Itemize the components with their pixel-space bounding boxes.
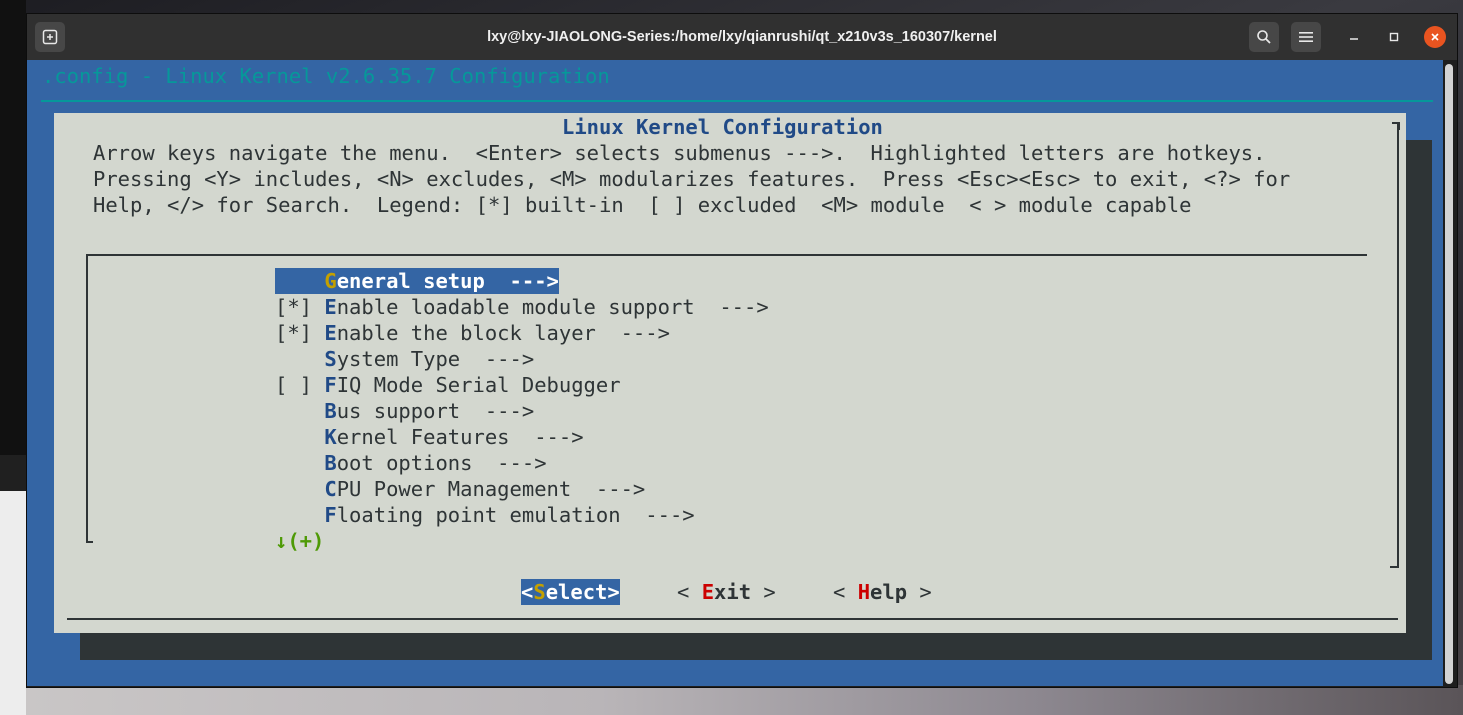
- menu-item-hotkey: E: [324, 295, 337, 319]
- button-bracket: >: [751, 580, 776, 604]
- menu-item-hotkey: F: [324, 373, 337, 397]
- minimize-icon: [1350, 38, 1358, 40]
- button-bracket: <: [833, 580, 858, 604]
- window-title: lxy@lxy-JIAOLONG-Series:/home/lxy/qianru…: [487, 29, 997, 45]
- menu-item-hotkey: F: [324, 503, 337, 527]
- menu-item-hotkey: G: [324, 269, 337, 293]
- maximize-button[interactable]: [1383, 26, 1405, 48]
- terminal-scrollbar[interactable]: [1445, 64, 1453, 684]
- menu-item-label: nable loadable module support --->: [336, 295, 769, 319]
- maximize-icon: [1389, 32, 1399, 42]
- help-line: Help, </> for Search. Legend: [*] built-…: [93, 193, 1192, 217]
- select-button[interactable]: <Select>: [521, 579, 620, 605]
- menu-item-boot-options[interactable]: Boot options --->: [275, 450, 547, 476]
- button-bracket: >: [607, 580, 620, 604]
- menu-item-prefix: [275, 477, 324, 501]
- menu-item-loadable-module[interactable]: [*] Enable loadable module support --->: [275, 294, 769, 320]
- menu-item-general-setup[interactable]: General setup --->: [275, 268, 559, 294]
- menu-item-hotkey: K: [324, 425, 337, 449]
- titlebar: lxy@lxy-JIAOLONG-Series:/home/lxy/qianru…: [27, 14, 1457, 60]
- search-icon: [1257, 30, 1271, 44]
- menu-item-prefix: [275, 451, 324, 475]
- menu-button[interactable]: [1291, 22, 1321, 52]
- menu-item-label: us support --->: [336, 399, 535, 423]
- config-header: .config - Linux Kernel v2.6.35.7 Configu…: [42, 64, 610, 88]
- button-label: elp: [870, 580, 908, 604]
- menu-item-label: loating point emulation --->: [336, 503, 695, 527]
- menu-item-label: ystem Type --->: [336, 347, 535, 371]
- button-bracket: <: [677, 580, 702, 604]
- menu-border-left: [86, 254, 88, 543]
- menu-item-label: oot options --->: [336, 451, 547, 475]
- config-dialog: Linux Kernel Configuration Arrow keys na…: [54, 113, 1406, 633]
- background-window-panel: [0, 455, 26, 715]
- help-line: Pressing <Y> includes, <N> excludes, <M>…: [93, 167, 1291, 191]
- close-button[interactable]: [1424, 26, 1446, 48]
- button-bracket: <: [521, 580, 534, 604]
- dialog-border-right: [1397, 122, 1399, 568]
- button-label: elect: [545, 580, 608, 604]
- menu-item-hotkey: S: [324, 347, 337, 371]
- menu-item-floating-point[interactable]: Floating point emulation --->: [275, 502, 695, 528]
- menu-item-prefix: [ ]: [275, 373, 325, 397]
- button-hotkey: S: [533, 580, 546, 604]
- dialog-title: Linux Kernel Configuration: [562, 115, 883, 139]
- menu-item-label: PU Power Management --->: [336, 477, 646, 501]
- close-icon: [1431, 33, 1439, 41]
- menu-item-label: nable the block layer --->: [336, 321, 670, 345]
- menu-item-label: ernel Features --->: [336, 425, 584, 449]
- menu-item-fiq-debugger[interactable]: [ ] FIQ Mode Serial Debugger: [275, 372, 621, 398]
- menu-item-hotkey: B: [324, 399, 337, 423]
- search-button[interactable]: [1249, 22, 1279, 52]
- menu-item-prefix: [*]: [275, 321, 325, 345]
- menu-item-prefix: [275, 503, 324, 527]
- menu-item-hotkey: E: [324, 321, 337, 345]
- terminal-window: lxy@lxy-JIAOLONG-Series:/home/lxy/qianru…: [26, 13, 1458, 688]
- button-bracket: >: [907, 580, 932, 604]
- menu-item-bus-support[interactable]: Bus support --->: [275, 398, 534, 424]
- new-tab-button[interactable]: [35, 22, 65, 52]
- menu-item-prefix: [*]: [275, 295, 325, 319]
- menu-border-corner: [86, 541, 93, 543]
- more-items-indicator: ↓(+): [275, 529, 325, 553]
- menu-item-prefix: [275, 425, 324, 449]
- menu-item-label: eneral setup --->: [336, 269, 559, 293]
- dialog-border-bottom: [67, 618, 1398, 620]
- button-label: xit: [714, 580, 752, 604]
- hamburger-menu-icon: [1299, 32, 1313, 42]
- menu-item-prefix: [275, 347, 324, 371]
- menu-item-cpu-power[interactable]: CPU Power Management --->: [275, 476, 645, 502]
- desktop-wallpaper-strip: [26, 685, 1463, 715]
- menu-item-prefix: [275, 269, 324, 293]
- header-rule: [41, 100, 1433, 102]
- exit-button[interactable]: < Exit >: [677, 579, 776, 605]
- help-line: Arrow keys navigate the menu. <Enter> se…: [93, 141, 1266, 165]
- menu-item-block-layer[interactable]: [*] Enable the block layer --->: [275, 320, 670, 346]
- terminal-screen[interactable]: .config - Linux Kernel v2.6.35.7 Configu…: [27, 60, 1443, 686]
- button-hotkey: H: [857, 580, 871, 604]
- menu-item-system-type[interactable]: System Type --->: [275, 346, 534, 372]
- menu-border-top: [86, 254, 1367, 256]
- menu-item-hotkey: B: [324, 451, 337, 475]
- menu-item-prefix: [275, 399, 324, 423]
- minimize-button[interactable]: [1343, 26, 1365, 48]
- help-button[interactable]: < Help >: [833, 579, 932, 605]
- menu-item-hotkey: C: [324, 477, 337, 501]
- button-hotkey: E: [701, 580, 715, 604]
- menu-item-kernel-features[interactable]: Kernel Features --->: [275, 424, 584, 450]
- dialog-border-corner: [1390, 566, 1398, 568]
- background-window-toolbar: [0, 455, 26, 491]
- menu-item-label: IQ Mode Serial Debugger: [336, 373, 621, 397]
- new-tab-icon: [42, 29, 58, 45]
